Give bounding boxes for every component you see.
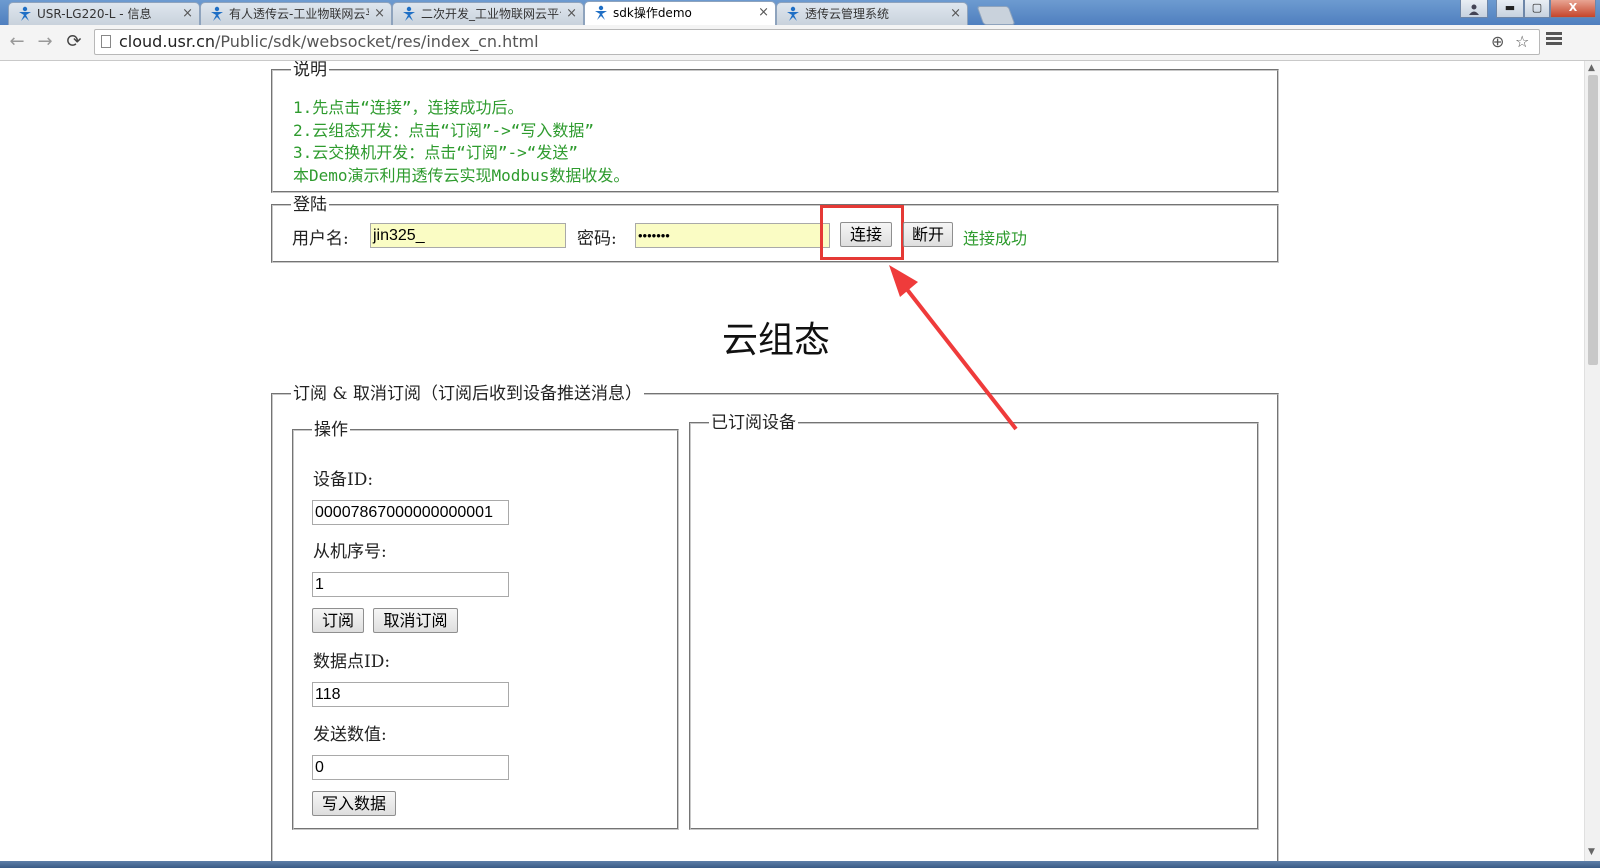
subscribed-devices-fieldset: 已订阅设备 bbox=[689, 414, 1259, 830]
instructions-fieldset: 说明 1.先点击“连接”，连接成功后。 2.云组态开发：点击“订阅”->“写入数… bbox=[271, 61, 1279, 193]
tab-label: 透传云管理系统 bbox=[805, 7, 890, 21]
url-host: cloud.usr.cn bbox=[119, 32, 216, 51]
username-label: 用户名: bbox=[292, 229, 349, 249]
arrow-head bbox=[889, 265, 918, 297]
menu-icon[interactable] bbox=[1546, 32, 1562, 46]
username-input[interactable]: jin325_ bbox=[370, 223, 566, 248]
tab-secondary-dev[interactable]: 二次开发_工业物联网云平台 × bbox=[392, 2, 584, 25]
connection-status: 连接成功 bbox=[963, 229, 1028, 248]
device-id-label: 设备ID: bbox=[313, 470, 374, 490]
browser-tab-strip: USR-LG220-L - 信息 × 有人透传云-工业物联网云平台 × 二次开发… bbox=[0, 0, 1600, 25]
write-data-button[interactable]: 写入数据 bbox=[312, 791, 396, 816]
tab-cloud-admin[interactable]: 透传云管理系统 × bbox=[776, 2, 968, 25]
scroll-down-icon[interactable]: ▼ bbox=[1588, 847, 1595, 857]
operation-legend: 操作 bbox=[314, 420, 348, 440]
connect-button[interactable]: 连接 bbox=[840, 222, 892, 247]
bookmark-star-icon[interactable]: ☆ bbox=[1515, 32, 1529, 51]
instructions-legend: 说明 bbox=[293, 61, 327, 80]
instruction-line: 1.先点击“连接”，连接成功后。 bbox=[293, 98, 524, 117]
browser-toolbar: ← → ⟳ cloud.usr.cn/Public/sdk/websocket/… bbox=[0, 25, 1600, 61]
tab-label: sdk操作demo bbox=[613, 6, 692, 20]
page-icon bbox=[101, 35, 111, 48]
back-button[interactable]: ← bbox=[6, 31, 28, 53]
send-value-input[interactable]: 0 bbox=[312, 755, 509, 780]
scrollbar-thumb[interactable] bbox=[1588, 75, 1598, 365]
section-title: 云组态 bbox=[721, 320, 830, 361]
minimize-button[interactable]: ▬ bbox=[1496, 0, 1524, 18]
password-label: 密码: bbox=[577, 229, 617, 249]
tab-label: USR-LG220-L - 信息 bbox=[37, 7, 152, 21]
page-scrollbar[interactable]: ▲ ▼ bbox=[1584, 61, 1600, 861]
slave-number-input[interactable]: 1 bbox=[312, 572, 509, 597]
usr-logo-icon bbox=[595, 5, 607, 20]
password-input[interactable]: ••••••• bbox=[635, 223, 830, 248]
usr-logo-icon bbox=[403, 6, 415, 21]
url-text: cloud.usr.cn/Public/sdk/websocket/res/in… bbox=[119, 32, 539, 52]
usr-logo-icon bbox=[19, 6, 31, 21]
scroll-up-icon[interactable]: ▲ bbox=[1588, 63, 1595, 73]
tab-close-icon[interactable]: × bbox=[182, 3, 193, 25]
tab-usr-lg220[interactable]: USR-LG220-L - 信息 × bbox=[8, 2, 200, 25]
new-tab-button[interactable] bbox=[976, 6, 1016, 25]
instruction-line: 本Demo演示利用透传云实现Modbus数据收发。 bbox=[293, 165, 630, 185]
slave-number-label: 从机序号: bbox=[313, 542, 387, 562]
tab-label: 二次开发_工业物联网云平台 bbox=[421, 7, 561, 21]
tab-close-icon[interactable]: × bbox=[374, 3, 385, 25]
datapoint-id-label: 数据点ID: bbox=[313, 652, 391, 672]
subscribe-legend: 订阅 & 取消订阅（订阅后收到设备推送消息） bbox=[293, 384, 642, 404]
tab-close-icon[interactable]: × bbox=[950, 3, 961, 25]
device-id-input[interactable]: 00007867000000000001 bbox=[312, 500, 509, 525]
subscribed-devices-legend: 已订阅设备 bbox=[711, 413, 796, 433]
send-value-label: 发送数值: bbox=[313, 725, 387, 745]
user-icon[interactable] bbox=[1460, 0, 1488, 18]
page-content: 说明 1.先点击“连接”，连接成功后。 2.云组态开发：点击“订阅”->“写入数… bbox=[0, 61, 1584, 861]
reload-button[interactable]: ⟳ bbox=[63, 31, 85, 53]
disconnect-button[interactable]: 断开 bbox=[903, 222, 953, 247]
close-window-button[interactable]: X bbox=[1550, 0, 1596, 18]
login-legend: 登陆 bbox=[293, 195, 327, 215]
tab-usr-cloud[interactable]: 有人透传云-工业物联网云平台 × bbox=[200, 2, 392, 25]
address-bar[interactable]: cloud.usr.cn/Public/sdk/websocket/res/in… bbox=[94, 29, 1540, 55]
tab-label: 有人透传云-工业物联网云平台 bbox=[229, 7, 369, 21]
usr-logo-icon bbox=[211, 6, 223, 21]
subscribe-button[interactable]: 订阅 bbox=[312, 608, 364, 633]
instructions-text: 1.先点击“连接”，连接成功后。 2.云组态开发：点击“订阅”->“写入数据” … bbox=[293, 97, 629, 187]
instruction-line: 2.云组态开发：点击“订阅”->“写入数据” bbox=[293, 120, 595, 140]
tab-close-icon[interactable]: × bbox=[758, 2, 769, 24]
os-taskbar bbox=[0, 861, 1600, 868]
url-path: /Public/sdk/websocket/res/index_cn.html bbox=[215, 32, 539, 51]
usr-logo-icon bbox=[787, 6, 799, 21]
forward-button[interactable]: → bbox=[34, 31, 56, 53]
instruction-line: 3.云交换机开发：点击“订阅”->“发送” bbox=[293, 143, 579, 162]
unsubscribe-button[interactable]: 取消订阅 bbox=[373, 608, 458, 633]
tab-sdk-demo[interactable]: sdk操作demo × bbox=[584, 1, 776, 25]
tab-close-icon[interactable]: × bbox=[566, 3, 577, 25]
datapoint-id-input[interactable]: 118 bbox=[312, 682, 509, 707]
maximize-button[interactable]: ▢ bbox=[1524, 0, 1550, 18]
zoom-icon[interactable]: ⊕ bbox=[1491, 32, 1504, 51]
